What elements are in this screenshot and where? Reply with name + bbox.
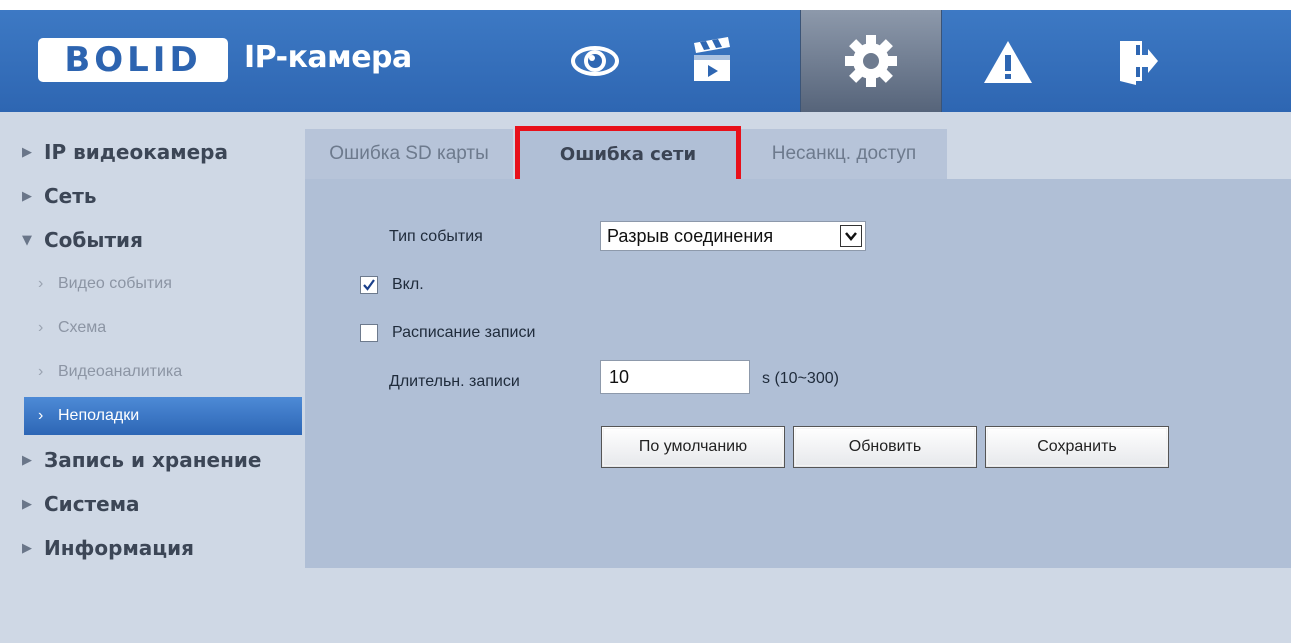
duration-label: Длительн. записи	[389, 373, 520, 390]
tab-unauthorized-access[interactable]: Несанкц. доступ	[741, 129, 947, 179]
sidebar-item-label: Запись и хранение	[44, 448, 262, 472]
event-type-select[interactable]: Разрыв соединения	[600, 221, 866, 251]
duration-range-hint: s (10~300)	[762, 370, 839, 387]
triangle-right-icon: ▶	[22, 496, 32, 512]
sidebar: ▶ IP видеокамера ▶ Сеть ▼ События › Виде…	[0, 130, 302, 570]
chevron-right-icon: ›	[38, 407, 44, 424]
enable-checkbox[interactable]	[360, 276, 378, 294]
chevron-right-icon: ›	[38, 275, 44, 292]
top-border	[0, 0, 1291, 10]
sidebar-item-label: Информация	[44, 536, 194, 560]
sidebar-subitem-label: Видеоаналитика	[58, 363, 183, 380]
nav-logout[interactable]	[1084, 10, 1188, 112]
sidebar-item-label: Система	[44, 492, 140, 516]
eye-icon	[571, 46, 619, 76]
nav-playback[interactable]	[660, 10, 764, 112]
nav-alarm[interactable]	[956, 10, 1060, 112]
nav-live-view[interactable]	[543, 10, 647, 112]
record-schedule-label: Расписание записи	[392, 324, 536, 341]
chevron-right-icon: ›	[38, 319, 44, 336]
sidebar-item-system[interactable]: ▶ Система	[0, 482, 302, 526]
nav-setup[interactable]	[800, 10, 942, 112]
sidebar-subitem-label: Видео события	[58, 275, 172, 292]
duration-input[interactable]: 10	[600, 360, 750, 394]
triangle-right-icon: ▶	[22, 540, 32, 556]
clapperboard-icon	[694, 37, 730, 81]
sidebar-item-network[interactable]: ▶ Сеть	[0, 174, 302, 218]
refresh-button[interactable]: Обновить	[793, 426, 977, 468]
record-schedule-checkbox[interactable]	[360, 324, 378, 342]
sidebar-item-information[interactable]: ▶ Информация	[0, 526, 302, 570]
tab-bar: Ошибка SD карты Ошибка сети Несанкц. дос…	[305, 129, 1291, 179]
enable-label: Вкл.	[392, 276, 424, 293]
logo-text: BOLID	[64, 40, 202, 80]
sidebar-item-label: Сеть	[44, 184, 97, 208]
sidebar-subitem-video-events[interactable]: › Видео события	[0, 262, 302, 306]
event-type-value: Разрыв соединения	[607, 225, 774, 246]
sidebar-subitem-malfunctions[interactable]: › Неполадки	[24, 397, 302, 435]
chevron-down-icon	[840, 225, 862, 247]
chevron-right-icon: ›	[38, 363, 44, 380]
triangle-right-icon: ▶	[22, 144, 32, 160]
sidebar-item-events[interactable]: ▼ События	[0, 218, 302, 262]
bolid-logo: BOLID	[38, 38, 228, 82]
app-title: IP-камера	[244, 40, 412, 75]
tab-sd-card-error[interactable]: Ошибка SD карты	[305, 129, 513, 179]
checkmark-icon	[363, 279, 375, 291]
sidebar-subitem-label: Неполадки	[58, 407, 140, 424]
triangle-right-icon: ▶	[22, 188, 32, 204]
save-button[interactable]: Сохранить	[985, 426, 1169, 468]
sidebar-subitem-video-analytics[interactable]: › Видеоаналитика	[0, 350, 302, 394]
triangle-down-icon: ▼	[22, 232, 32, 248]
logout-icon	[1120, 41, 1158, 85]
sidebar-item-label: События	[44, 228, 143, 252]
event-type-label: Тип события	[389, 228, 483, 245]
sidebar-subitem-label: Схема	[58, 319, 107, 336]
sidebar-subitem-scheme[interactable]: › Схема	[0, 306, 302, 350]
sidebar-item-label: IP видеокамера	[44, 140, 228, 164]
sidebar-item-ip-camera[interactable]: ▶ IP видеокамера	[0, 130, 302, 174]
default-button[interactable]: По умолчанию	[601, 426, 785, 468]
triangle-right-icon: ▶	[22, 452, 32, 468]
gear-icon	[845, 35, 897, 87]
warning-icon	[984, 41, 1032, 83]
sidebar-item-recording-storage[interactable]: ▶ Запись и хранение	[0, 438, 302, 482]
